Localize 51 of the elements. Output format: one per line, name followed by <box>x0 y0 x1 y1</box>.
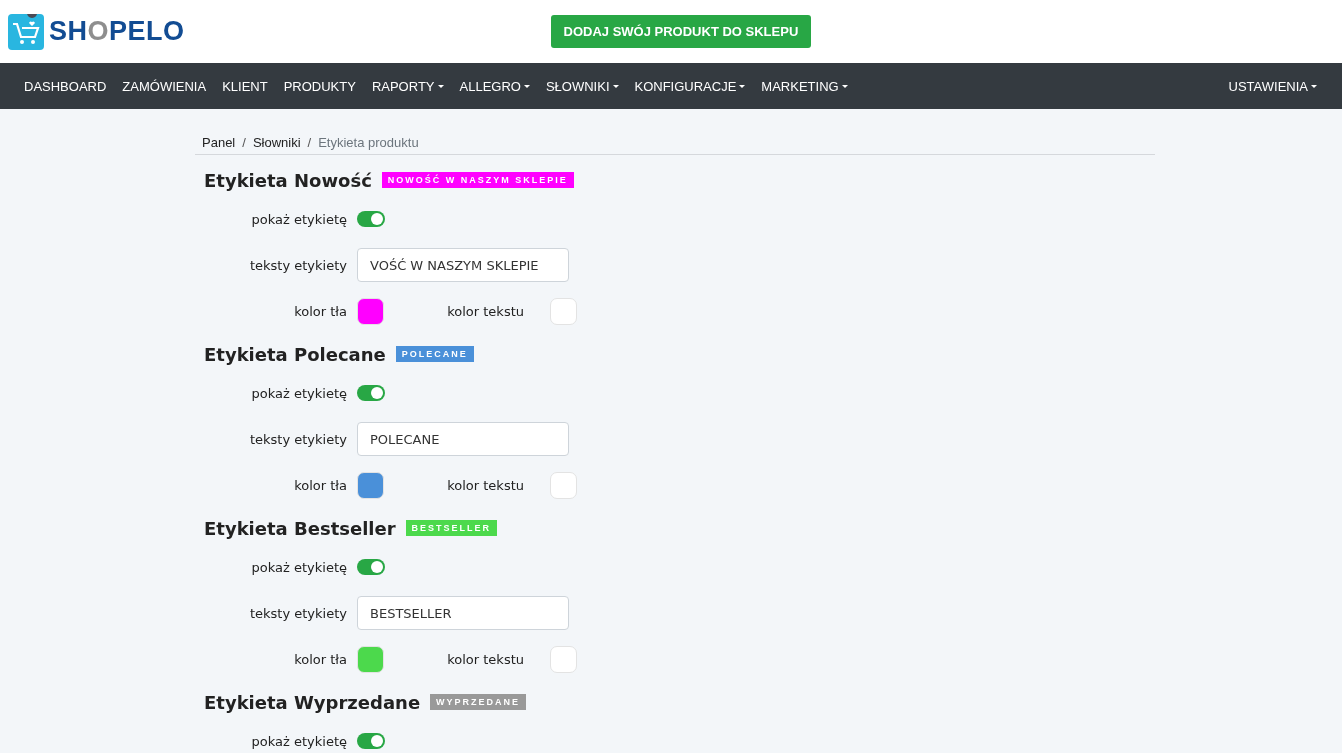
settings-nav-link[interactable]: USTAWIENIA <box>1220 78 1325 94</box>
field-label: teksty etykiety <box>248 605 347 621</box>
section-title: Etykieta Polecane <box>204 343 386 365</box>
field-label: kolor tła <box>293 477 347 493</box>
nav-link[interactable]: ALLEGRO <box>451 78 538 94</box>
field-label: pokaż etykietę <box>250 385 347 401</box>
label-preview-badge: NOWOŚĆ W NASZYM SKLEPIE <box>381 172 574 188</box>
nav-link[interactable]: ZAMÓWIENIA <box>114 78 215 94</box>
toggle-switch[interactable] <box>357 385 385 401</box>
label-preview-badge: WYPRZEDANE <box>430 694 527 710</box>
breadcrumb-link[interactable]: Panel <box>202 135 236 150</box>
breadcrumb-separator: / <box>242 135 246 150</box>
nav-link[interactable]: KONFIGURACJE <box>626 78 754 94</box>
color-swatch[interactable] <box>550 297 577 325</box>
nav-link[interactable]: MARKETING <box>753 78 856 94</box>
section-title: Etykieta Bestseller <box>204 517 396 539</box>
field-label: kolor tekstu <box>446 303 524 319</box>
color-swatch[interactable] <box>357 645 384 673</box>
input-field[interactable]: POLECANE <box>357 422 569 456</box>
breadcrumb-current-page[interactable]: Etykieta produktu <box>318 135 419 150</box>
nav-link[interactable]: KLIENT <box>214 78 276 94</box>
nav-link[interactable]: PRODUKTY <box>275 78 364 94</box>
input-field[interactable]: VOŚĆ W NASZYM SKLEPIE <box>357 248 569 282</box>
toggle-switch[interactable] <box>357 559 385 575</box>
label-preview-badge: POLECANE <box>395 346 474 362</box>
color-swatch[interactable] <box>550 645 577 673</box>
nav-link[interactable]: DASHBOARD <box>16 78 115 94</box>
toggle-switch[interactable] <box>357 733 385 749</box>
breadcrumb-link[interactable]: Słowniki <box>252 135 301 150</box>
field-label: kolor tekstu <box>446 477 524 493</box>
color-swatch[interactable] <box>357 297 384 325</box>
breadcrumb-separator: / <box>307 135 312 150</box>
field-label: pokaż etykietę <box>250 211 347 227</box>
color-swatch[interactable] <box>550 471 577 499</box>
color-swatch[interactable] <box>357 471 384 499</box>
toggle-switch[interactable] <box>357 211 385 227</box>
section-title: Etykieta Nowość <box>204 169 372 191</box>
field-label: kolor tła <box>293 303 347 319</box>
logo-text: SHOPELO <box>49 16 185 47</box>
nav-link[interactable]: SŁOWNIKI <box>537 78 627 94</box>
field-label: kolor tła <box>293 651 347 667</box>
field-label: teksty etykiety <box>248 257 347 273</box>
field-label: pokaż etykietę <box>250 733 347 749</box>
cart-logo-icon <box>8 13 44 50</box>
input-field[interactable]: BESTSELLER <box>357 596 569 630</box>
field-label: kolor tekstu <box>446 651 524 667</box>
section-title: Etykieta Wyprzedane <box>204 691 421 713</box>
field-label: teksty etykiety <box>248 431 347 447</box>
nav-link[interactable]: RAPORTY <box>363 78 452 94</box>
label-preview-badge: BESTSELLER <box>405 520 498 536</box>
field-label: pokaż etykietę <box>250 559 347 575</box>
